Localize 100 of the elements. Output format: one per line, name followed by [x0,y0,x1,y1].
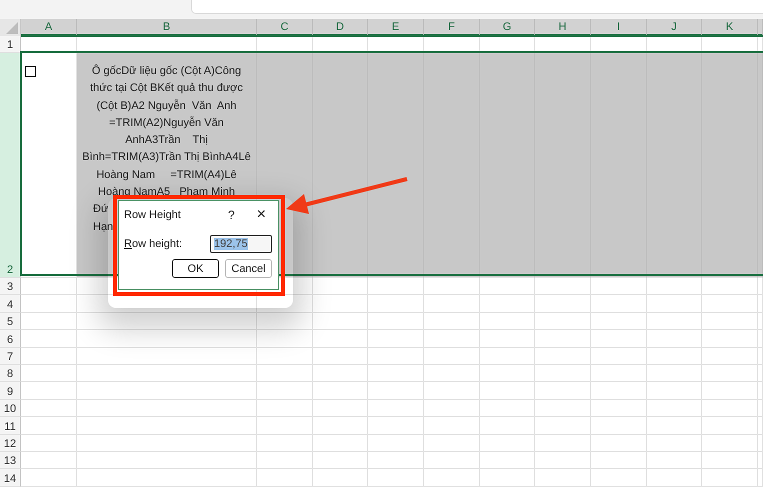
table-cell [313,382,368,400]
table-cell [647,348,702,365]
table-cell [647,295,702,313]
table-cell [591,400,647,418]
table-cell [313,452,368,470]
row-header[interactable]: 3 [0,278,21,296]
table-cell [591,278,647,296]
table-cell [368,400,424,418]
column-header[interactable] [758,19,763,36]
table-cell [257,295,313,313]
table-cell [257,434,313,452]
table-cell [647,364,702,382]
column-header[interactable]: A [21,19,77,36]
cancel-button[interactable]: Cancel [225,259,272,278]
table-cell [368,364,424,382]
table-cell [702,295,758,313]
column-header[interactable]: J [647,19,702,36]
column-header[interactable]: E [368,19,424,36]
ok-button[interactable]: OK [172,259,219,278]
cell-text: =TRIM(A2)Nguyễn Văn [108,116,225,131]
table-cell [480,400,535,418]
row-header[interactable]: 8 [0,364,21,382]
column-header[interactable]: F [424,19,480,36]
table-cell [257,400,313,418]
table-cell [21,452,77,470]
table-cell [535,417,591,435]
table-cell [535,434,591,452]
table-cell [313,295,368,313]
table-cell [647,330,702,348]
table-cell [257,469,313,487]
table-cell [257,452,313,470]
row-header[interactable]: 14 [0,469,21,487]
table-cell [21,434,77,452]
row-header[interactable]: 5 [0,312,21,330]
table-cell [424,348,480,365]
table-cell [424,452,480,470]
table-cell [535,278,591,296]
table-cell [702,434,758,452]
row-header[interactable]: 12 [0,434,21,452]
close-button[interactable]: × [256,206,266,224]
cell-text: AnhA3Trần Thị [124,133,209,148]
table-cell [424,364,480,382]
column-header[interactable]: K [702,19,758,36]
table-cell [647,417,702,435]
table-cell [647,312,702,330]
row-header[interactable]: 9 [0,382,21,400]
table-cell [591,382,647,400]
row-header[interactable]: 4 [0,295,21,313]
row-header[interactable]: 10 [0,400,21,418]
table-cell [480,278,535,296]
table-cell [702,417,758,435]
row-header[interactable]: 11 [0,417,21,435]
table-cell [702,382,758,400]
table-cell [257,417,313,435]
row-header[interactable]: 13 [0,452,21,470]
table-cell [424,278,480,296]
dialog-title: Row Height [124,209,182,221]
table-cell [591,364,647,382]
table-cell [313,364,368,382]
column-header[interactable]: I [591,19,647,36]
table-cell [702,312,758,330]
table-cell [368,452,424,470]
table-cell [480,348,535,365]
column-header[interactable]: H [535,19,591,36]
table-cell [424,312,480,330]
table-cell [480,364,535,382]
cell-text: (Cột B)A2 Nguyễn Văn Anh [95,98,238,114]
table-cell [535,330,591,348]
table-cell [313,330,368,348]
table-cell [535,382,591,400]
table-cell [535,295,591,313]
table-cell [591,469,647,487]
table-cell [368,469,424,487]
table-cell [480,469,535,487]
column-header[interactable]: B [77,19,257,36]
table-cell [21,330,77,348]
table-cell [424,330,480,348]
row-header[interactable]: 7 [0,348,21,365]
row-height-input[interactable]: 192,75 [210,235,272,253]
row-header[interactable]: 2 [0,53,21,278]
row-header[interactable]: 1 [0,36,21,53]
help-button[interactable]: ? [228,208,235,222]
column-header[interactable]: G [480,19,535,36]
table-cell [21,400,77,418]
column-header[interactable]: C [257,19,313,36]
table-cell [647,400,702,418]
row-header[interactable]: 6 [0,330,21,348]
cell-text: Hạn [93,220,114,235]
table-cell [424,295,480,313]
table-cell [424,469,480,487]
table-cell [313,312,368,330]
table-cell [591,417,647,435]
table-cell [535,312,591,330]
checkbox[interactable] [25,66,36,77]
table-cell [702,278,758,296]
table-cell [21,295,77,313]
column-header[interactable]: D [313,19,368,36]
table-cell [424,434,480,452]
table-cell [368,312,424,330]
table-cell [480,417,535,435]
